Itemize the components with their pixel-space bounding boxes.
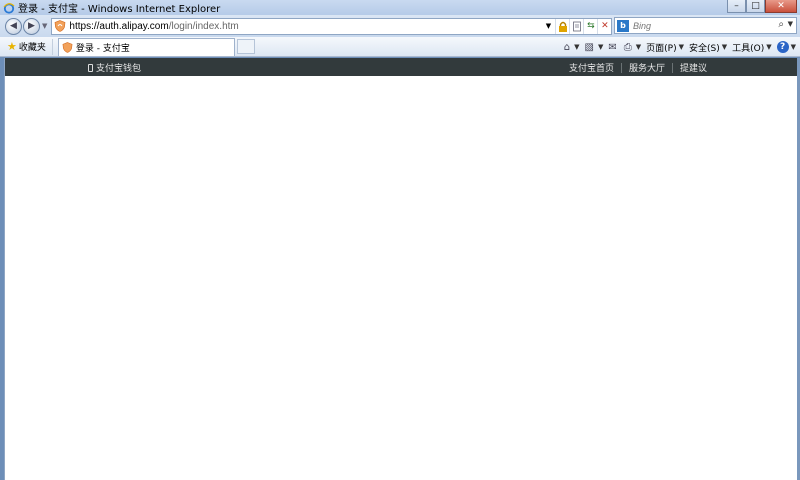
search-icon[interactable]: ⌕ xyxy=(778,19,784,30)
alipay-favicon-icon xyxy=(62,41,73,53)
bing-logo-icon: b xyxy=(617,19,629,32)
window-title: 登录 - 支付宝 - Windows Internet Explorer xyxy=(18,4,221,15)
link-service-hall[interactable]: 服务大厅 xyxy=(629,61,665,74)
feeds-button[interactable]: ▧ ▼ xyxy=(585,42,604,53)
page-menu[interactable]: 页面(P) ▼ xyxy=(646,41,684,54)
mobile-phone-icon xyxy=(88,63,93,72)
help-menu[interactable]: ? ▼ xyxy=(776,41,796,53)
tab-alipay-login[interactable]: 登录 - 支付宝 xyxy=(57,37,235,56)
home-dropdown-icon: ▼ xyxy=(574,43,580,51)
search-box[interactable]: b Bing ⌕ ▼ xyxy=(614,17,797,34)
close-window-button[interactable]: ✕ xyxy=(765,0,797,13)
lock-icon[interactable] xyxy=(555,18,569,34)
window-controls: – □ ✕ xyxy=(727,0,797,13)
search-options-dropdown-icon[interactable]: ▼ xyxy=(788,20,793,28)
link-feedback[interactable]: 提建议 xyxy=(680,61,707,74)
web-page-content: 支付宝钱包 支付宝首页 服务大厅 提建议 xyxy=(4,58,797,480)
page-dropdown-icon: ▼ xyxy=(678,43,684,51)
compatibility-view-icon[interactable] xyxy=(569,18,583,34)
help-icon: ? xyxy=(776,41,789,53)
site-top-links: 支付宝首页 服务大厅 提建议 xyxy=(569,61,707,74)
window-title-bar: 登录 - 支付宝 - Windows Internet Explorer – □… xyxy=(0,0,800,15)
refresh-icon[interactable]: ⇆ xyxy=(583,18,597,34)
print-button[interactable]: ⎙ ▼ xyxy=(624,42,641,53)
feeds-dropdown-icon: ▼ xyxy=(597,43,604,51)
command-bar: ⌂ ▼ ▧ ▼ ✉ ⎙ ▼ 页面(P) ▼ 安全(S) ▼ 工具(O) ▼ ? ▼ xyxy=(559,39,796,55)
tab-row: ★ 收藏夹 登录 - 支付宝 ⌂ ▼ ▧ ▼ ✉ ⎙ ▼ 页面(P) ▼ 安全(S) ▼ … xyxy=(0,37,800,57)
address-dropdown-icon[interactable]: ▼ xyxy=(541,19,555,34)
maximize-button[interactable]: □ xyxy=(746,0,765,13)
page-menu-label: 页面(P) xyxy=(646,43,677,54)
wallet-label: 支付宝钱包 xyxy=(96,64,142,74)
read-mail-button[interactable]: ✉ xyxy=(608,42,618,53)
home-icon: ⌂ xyxy=(563,41,571,53)
rss-feed-icon: ▧ xyxy=(584,41,594,53)
mail-icon: ✉ xyxy=(608,41,617,53)
favorites-label: 收藏夹 xyxy=(18,43,46,53)
safety-menu[interactable]: 安全(S) ▼ xyxy=(689,41,727,54)
site-top-bar: 支付宝钱包 支付宝首页 服务大厅 提建议 xyxy=(5,58,797,76)
address-url: https://auth.alipay.com/login/index.htm xyxy=(69,21,238,32)
print-dropdown-icon: ▼ xyxy=(635,43,642,51)
site-shield-icon xyxy=(55,20,66,32)
url-host: https://auth.alipay.com xyxy=(69,20,169,32)
favorites-button[interactable]: ★ 收藏夹 xyxy=(7,38,53,55)
printer-icon: ⎙ xyxy=(623,41,632,53)
stop-icon[interactable]: ✕ xyxy=(597,18,611,34)
url-path: /login/index.htm xyxy=(168,20,239,32)
navigation-bar: ◀ ▶ ▼ https://auth.alipay.com/login/inde… xyxy=(0,15,800,37)
recent-pages-dropdown-icon[interactable]: ▼ xyxy=(42,22,47,30)
help-dropdown-icon: ▼ xyxy=(790,43,796,51)
tools-menu-label: 工具(O) xyxy=(732,43,765,54)
minimize-button[interactable]: – xyxy=(727,0,746,13)
link-separator xyxy=(671,62,673,73)
address-tools: ▼ ⇆ ✕ xyxy=(541,18,611,34)
home-button[interactable]: ⌂ ▼ xyxy=(564,42,580,53)
safety-menu-label: 安全(S) xyxy=(688,43,720,54)
safety-dropdown-icon: ▼ xyxy=(721,43,728,51)
tools-dropdown-icon: ▼ xyxy=(766,43,772,51)
wallet-link[interactable]: 支付宝钱包 xyxy=(88,61,141,74)
tab-label: 登录 - 支付宝 xyxy=(75,43,130,54)
back-button[interactable]: ◀ xyxy=(5,17,22,35)
ie-logo-icon xyxy=(3,2,15,14)
address-bar[interactable]: https://auth.alipay.com/login/index.htm … xyxy=(51,17,613,35)
forward-button[interactable]: ▶ xyxy=(23,17,40,35)
tools-menu[interactable]: 工具(O) ▼ xyxy=(732,41,772,54)
link-separator xyxy=(620,62,622,73)
star-icon: ★ xyxy=(7,40,17,53)
new-tab-button[interactable] xyxy=(236,39,255,54)
link-alipay-home[interactable]: 支付宝首页 xyxy=(569,61,614,74)
search-placeholder: Bing xyxy=(633,20,652,31)
